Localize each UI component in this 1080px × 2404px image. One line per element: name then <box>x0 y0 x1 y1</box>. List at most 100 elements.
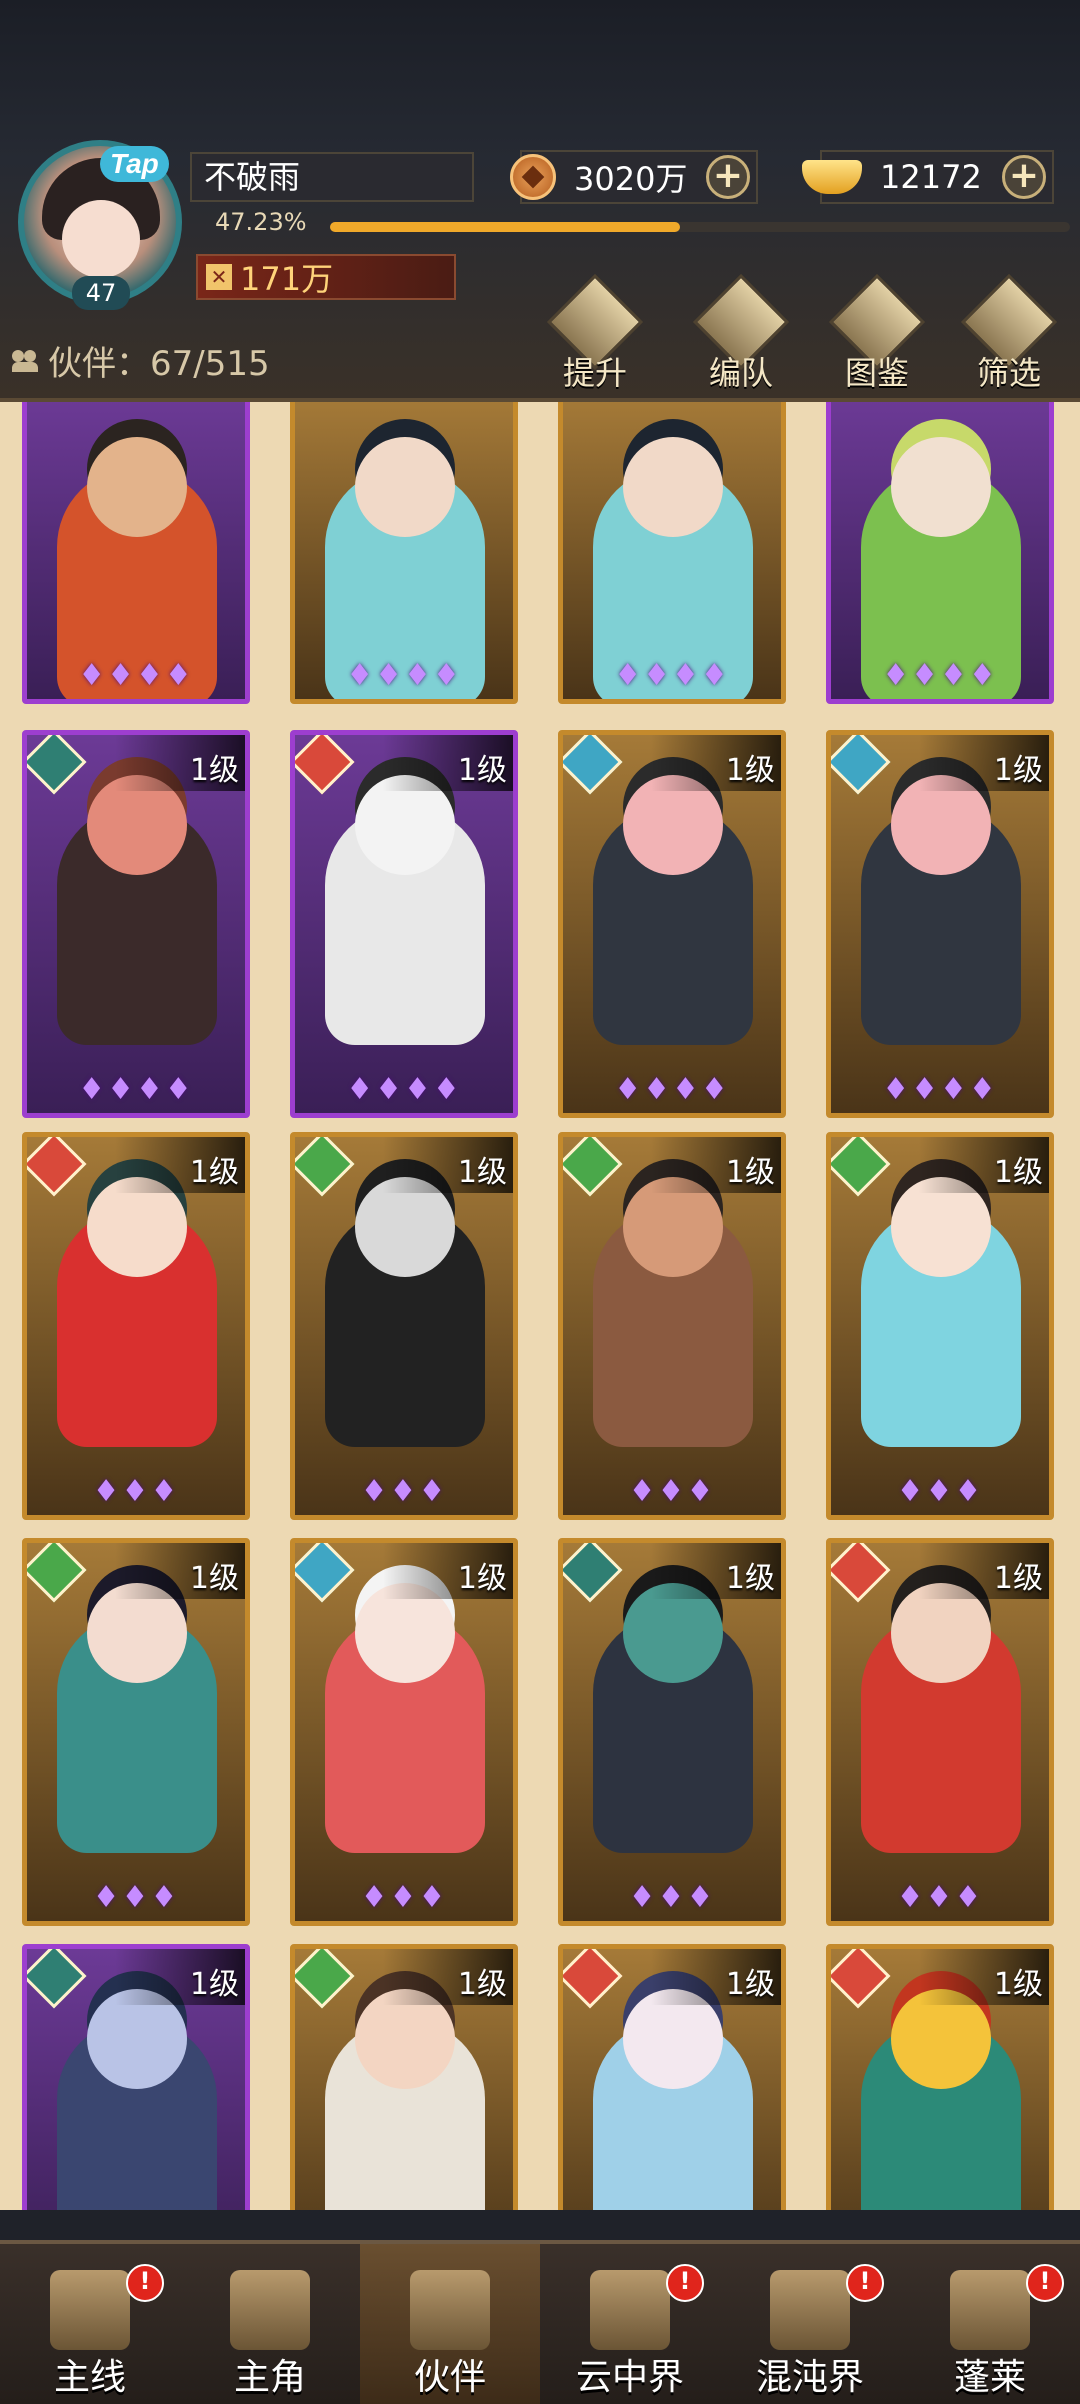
partner-card[interactable]: 1级 ♦♦♦ <box>826 1538 1054 1926</box>
partner-card[interactable]: 1级 ♦♦♦ <box>290 1132 518 1520</box>
star-flames-icon: ♦♦♦♦ <box>614 1072 730 1107</box>
chaos-realm-icon <box>770 2270 850 2350</box>
level-label: 1级 <box>725 1561 775 1596</box>
level-label: 1级 <box>725 1967 775 2002</box>
exp-bar-fill <box>330 222 680 232</box>
main-story-icon <box>50 2270 130 2350</box>
partner-card[interactable]: 1级 ♦♦♦♦ <box>826 730 1054 1118</box>
avatar-face <box>62 200 140 278</box>
star-flames-icon: ♦♦♦ <box>92 1474 180 1509</box>
star-flames-icon: ♦♦♦♦ <box>882 658 998 693</box>
level-label: 1级 <box>457 1155 507 1190</box>
character-head <box>623 437 723 537</box>
partner-card[interactable]: 1级 ♦♦♦♦ <box>22 730 250 1118</box>
player-level: 47 <box>72 276 130 310</box>
nav-label: 蓬莱 <box>953 2357 1026 2398</box>
add-gold-button[interactable]: + <box>1002 155 1046 199</box>
partner-count-label: 伙伴：67/515 <box>48 344 270 384</box>
gold-currency: 12172 + <box>802 150 1054 204</box>
nav-label: 主线 <box>53 2357 126 2398</box>
upgrade-label: 提升 <box>562 354 627 392</box>
hero-icon <box>230 2270 310 2350</box>
filter-button[interactable]: 筛选 <box>954 273 1064 394</box>
partners-icon <box>410 2270 490 2350</box>
star-flames-icon: ♦♦♦ <box>896 1474 984 1509</box>
people-icon <box>12 348 38 374</box>
formation-label: 编队 <box>708 354 773 392</box>
add-copper-button[interactable]: + <box>706 155 750 199</box>
upgrade-button[interactable]: 提升 <box>540 273 650 394</box>
filter-label: 筛选 <box>976 354 1041 392</box>
level-label: 1级 <box>993 1155 1043 1190</box>
partner-card[interactable]: 1级 <box>558 1944 786 2210</box>
gold-value: 12172 <box>880 158 982 196</box>
nav-partners[interactable]: 伙伴 <box>360 2244 540 2404</box>
star-flames-icon: ♦♦♦♦ <box>614 658 730 693</box>
top-header: Tap 47 不破雨 47.23% ✕ 171万 3020万 + 12172 +… <box>0 0 1080 402</box>
star-flames-icon: ♦♦♦♦ <box>78 1072 194 1107</box>
nav-label: 混沌界 <box>755 2357 864 2398</box>
player-name: 不破雨 <box>190 152 474 202</box>
partner-card[interactable]: 1级 ♦♦♦ <box>22 1132 250 1520</box>
alert-badge-icon: ! <box>846 2264 884 2302</box>
partner-card[interactable]: 1级 ♦♦♦ <box>558 1132 786 1520</box>
star-flames-icon: ♦♦♦ <box>92 1880 180 1915</box>
level-label: 1级 <box>189 1967 239 2002</box>
level-label: 1级 <box>189 753 239 788</box>
partner-card[interactable]: ♦♦♦♦ <box>22 402 250 704</box>
level-label: 1级 <box>457 1561 507 1596</box>
level-label: 1级 <box>725 1155 775 1190</box>
partner-card[interactable]: 1级 ♦♦♦♦ <box>558 730 786 1118</box>
cloud-realm-icon <box>590 2270 670 2350</box>
star-flames-icon: ♦♦♦♦ <box>78 658 194 693</box>
level-label: 1级 <box>993 1967 1043 2002</box>
character-head <box>355 437 455 537</box>
alert-badge-icon: ! <box>1026 2264 1064 2302</box>
nav-main-story[interactable]: 主线! <box>0 2244 180 2404</box>
star-flames-icon: ♦♦♦ <box>360 1474 448 1509</box>
level-label: 1级 <box>189 1155 239 1190</box>
nav-penglai[interactable]: 蓬莱! <box>900 2244 1080 2404</box>
partner-grid[interactable]: ♦♦♦♦ ♦♦♦♦ ♦♦♦♦ ♦♦♦♦ 1级 ♦♦♦♦ 1级 ♦♦♦♦ 1级 ♦♦♦♦ 1级 ♦♦♦♦… <box>0 402 1080 2210</box>
character-head <box>87 437 187 537</box>
partner-card[interactable]: ♦♦♦♦ <box>290 402 518 704</box>
nav-chaos-realm[interactable]: 混沌界! <box>720 2244 900 2404</box>
exp-bar <box>330 222 1070 232</box>
crossed-swords-icon: ✕ <box>206 264 232 290</box>
partner-card[interactable]: ♦♦♦♦ <box>826 402 1054 704</box>
copper-value: 3020万 <box>574 160 688 198</box>
partner-card[interactable]: 1级 <box>826 1944 1054 2210</box>
formation-button[interactable]: 编队 <box>686 273 796 394</box>
nav-label: 伙伴 <box>413 2357 486 2398</box>
level-label: 1级 <box>725 753 775 788</box>
exp-percent: 47.23% <box>215 208 307 236</box>
star-flames-icon: ♦♦♦♦ <box>346 1072 462 1107</box>
alert-badge-icon: ! <box>126 2264 164 2302</box>
nav-cloud-realm[interactable]: 云中界! <box>540 2244 720 2404</box>
partner-card[interactable]: 1级 ♦♦♦ <box>558 1538 786 1926</box>
partner-card[interactable]: 1级 <box>22 1944 250 2210</box>
partner-card[interactable]: 1级 ♦♦♦ <box>826 1132 1054 1520</box>
star-flames-icon: ♦♦♦ <box>628 1880 716 1915</box>
partner-card[interactable]: 1级 ♦♦♦ <box>22 1538 250 1926</box>
level-label: 1级 <box>457 1967 507 2002</box>
level-label: 1级 <box>993 753 1043 788</box>
partner-card[interactable]: 1级 ♦♦♦ <box>290 1538 518 1926</box>
copper-coin-icon <box>510 154 556 200</box>
copper-currency: 3020万 + <box>510 150 758 204</box>
nav-label: 主角 <box>233 2357 306 2398</box>
penglai-icon <box>950 2270 1030 2350</box>
nav-hero[interactable]: 主角 <box>180 2244 360 2404</box>
partner-card[interactable]: 1级 ♦♦♦♦ <box>290 730 518 1118</box>
combat-power-value: 171万 <box>240 260 334 298</box>
catalog-label: 图鉴 <box>844 354 909 392</box>
catalog-button[interactable]: 图鉴 <box>822 273 932 394</box>
partner-card[interactable]: 1级 <box>290 1944 518 2210</box>
combat-power: ✕ 171万 <box>196 254 456 300</box>
partner-card[interactable]: ♦♦♦♦ <box>558 402 786 704</box>
bottom-nav: 主线! 主角 伙伴 云中界! 混沌界! 蓬莱! <box>0 2240 1080 2404</box>
level-label: 1级 <box>993 1561 1043 1596</box>
star-flames-icon: ♦♦♦ <box>360 1880 448 1915</box>
star-flames-icon: ♦♦♦ <box>896 1880 984 1915</box>
star-flames-icon: ♦♦♦♦ <box>882 1072 998 1107</box>
